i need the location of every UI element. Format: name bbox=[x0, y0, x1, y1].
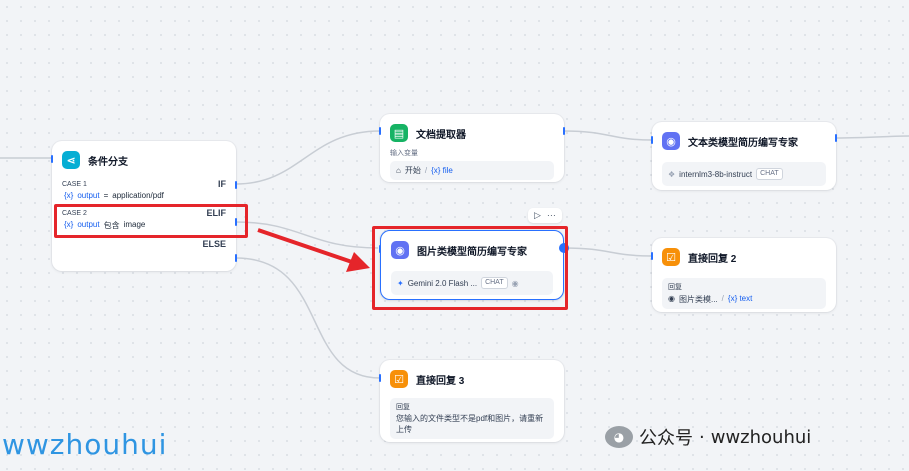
text-llm-output-handle[interactable] bbox=[835, 134, 837, 142]
doc-output-handle[interactable] bbox=[563, 127, 565, 135]
reply3-text: 您输入的文件类型不是pdf和图片，请重新上传 bbox=[396, 414, 544, 434]
doc-input-var: {x} file bbox=[431, 166, 453, 175]
text-llm-title: 文本类模型简历编写专家 bbox=[688, 137, 798, 149]
reply2-source: 图片类模... bbox=[678, 295, 718, 304]
reply2-sep: / bbox=[721, 294, 724, 303]
case1-field: output bbox=[77, 191, 100, 200]
reply3-node[interactable]: ☑ 直接回复 3 回复 您输入的文件类型不是pdf和图片，请重新上传 bbox=[379, 360, 564, 442]
reply3-content[interactable]: 回复 您输入的文件类型不是pdf和图片，请重新上传 bbox=[390, 398, 554, 439]
watermark-left: wwzhouhui bbox=[2, 428, 168, 461]
reply-icon: ☑ bbox=[390, 370, 408, 388]
watermark-right: ◕ 公众号 · wwzhouhui bbox=[605, 424, 811, 450]
doc-input-source: 开始 bbox=[404, 166, 421, 175]
elif-highlight-box bbox=[54, 204, 248, 238]
image-llm-highlight-box bbox=[372, 226, 568, 310]
reply2-node[interactable]: ☑ 直接回复 2 回复 ◉ 图片类模... / {x} text bbox=[651, 238, 836, 312]
document-icon: ▤ bbox=[390, 124, 408, 142]
edge-if-doc bbox=[235, 130, 381, 185]
model-provider-icon: ❖ bbox=[668, 169, 676, 179]
wechat-icon: ◕ bbox=[605, 426, 633, 448]
text-llm-model-name: internlm3-8b-instruct bbox=[679, 169, 753, 179]
reply2-input-handle[interactable] bbox=[651, 252, 653, 260]
edge-textllm-out bbox=[835, 135, 909, 139]
ifelse-title: 条件分支 bbox=[88, 156, 128, 168]
edge-elif-image bbox=[235, 221, 379, 249]
else-output-handle[interactable] bbox=[235, 254, 237, 262]
reply3-input-handle[interactable] bbox=[379, 374, 381, 382]
reply2-var: {x} text bbox=[727, 294, 753, 303]
doc-input-sep: / bbox=[424, 166, 428, 175]
reply2-field-label: 回复 bbox=[668, 284, 682, 291]
doc-extractor-node[interactable]: ▤ 文档提取器 输入变量 ⌂ 开始 / {x} file bbox=[379, 114, 565, 182]
case1-keyword: IF bbox=[218, 179, 226, 189]
home-icon: ⌂ bbox=[396, 166, 401, 175]
else-keyword: ELSE bbox=[202, 239, 226, 249]
case1-value: application/pdf bbox=[112, 191, 164, 200]
watermark-name: wwzhouhui bbox=[710, 426, 812, 448]
case1-var: {x} bbox=[64, 191, 74, 200]
ifelse-input-handle[interactable] bbox=[51, 155, 53, 163]
reply3-title: 直接回复 3 bbox=[416, 375, 465, 387]
workflow-canvas[interactable]: ⋖ 条件分支 CASE 1 IF {x} output = applicatio… bbox=[0, 0, 909, 471]
llm-small-icon: ◉ bbox=[668, 294, 675, 303]
doc-input-variable[interactable]: ⌂ 开始 / {x} file bbox=[390, 161, 554, 180]
node-mini-toolbar: ▷ ··· bbox=[528, 208, 562, 223]
reply2-title: 直接回复 2 bbox=[688, 253, 737, 265]
doc-extractor-title: 文档提取器 bbox=[416, 129, 466, 141]
doc-input-label: 输入变量 bbox=[390, 150, 418, 157]
text-llm-node[interactable]: ◉ 文本类模型简历编写专家 ❖ internlm3-8b-instruct CH… bbox=[651, 122, 837, 190]
edge-image-reply2 bbox=[563, 247, 653, 257]
reply2-content[interactable]: 回复 ◉ 图片类模... / {x} text bbox=[662, 278, 826, 309]
run-node-button[interactable]: ▷ bbox=[534, 210, 541, 221]
edge-else-reply3 bbox=[235, 257, 381, 379]
text-llm-model[interactable]: ❖ internlm3-8b-instruct CHAT bbox=[662, 162, 826, 186]
watermark-sep: · bbox=[699, 426, 705, 448]
reply-icon: ☑ bbox=[662, 248, 680, 266]
doc-input-handle[interactable] bbox=[379, 127, 381, 135]
edge-doc-textllm bbox=[563, 130, 653, 141]
text-llm-mode-badge: CHAT bbox=[756, 168, 783, 180]
case1-condition[interactable]: {x} output = application/pdf bbox=[52, 189, 236, 202]
more-options-button[interactable]: ··· bbox=[547, 210, 556, 221]
llm-icon: ◉ bbox=[662, 132, 680, 150]
branch-icon: ⋖ bbox=[62, 151, 80, 169]
text-llm-input-handle[interactable] bbox=[651, 136, 653, 144]
if-output-handle[interactable] bbox=[235, 181, 237, 189]
watermark-prefix: 公众号 bbox=[639, 428, 693, 449]
reply3-field-label: 回复 bbox=[396, 404, 410, 411]
case1-operator: = bbox=[103, 191, 109, 200]
case1-label: CASE 1 bbox=[62, 180, 87, 188]
